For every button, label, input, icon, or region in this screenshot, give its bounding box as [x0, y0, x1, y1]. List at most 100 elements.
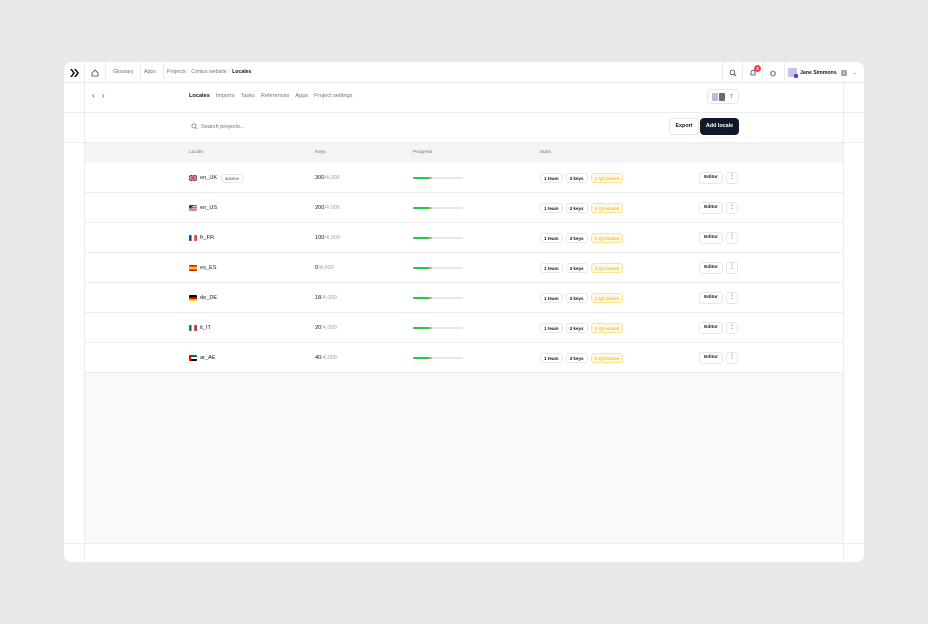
more-options-icon[interactable]: ⋮ [726, 262, 738, 274]
user-badge: 8 [840, 69, 847, 76]
locale-cell: en_US [189, 193, 217, 223]
bug-report-icon[interactable] [762, 62, 782, 83]
locale-code[interactable]: de_DE [200, 295, 217, 301]
keys-badge[interactable]: 3 keys [565, 233, 588, 243]
editor-button[interactable]: Editor [699, 262, 723, 274]
home-icon[interactable] [85, 62, 106, 83]
table-row[interactable]: it_IT 20/4,000 1 team 3 keys 2 QA issues… [85, 313, 843, 343]
qa-issues-badge[interactable]: 2 QA issues [590, 263, 624, 273]
tab-locales[interactable]: Locales [189, 93, 210, 99]
back-arrow-icon[interactable]: ‹ [92, 92, 95, 100]
actions-cell: Editor ⋮ [699, 313, 738, 343]
export-button[interactable]: Export [669, 118, 699, 135]
search-input[interactable]: Search projects... [191, 123, 245, 130]
editor-button[interactable]: Editor [699, 292, 723, 304]
chevron-down-icon: ⌄ [852, 69, 857, 76]
qa-issues-badge[interactable]: 2 QA issues [590, 353, 624, 363]
column-header-keys[interactable]: Keys [315, 150, 326, 155]
avatar [712, 92, 718, 101]
stats-cell: 1 team 3 keys 2 QA issues [540, 313, 626, 343]
progress-bar [413, 207, 463, 209]
locale-code[interactable]: fr_FR [200, 235, 214, 241]
keys-badge[interactable]: 3 keys [565, 353, 588, 363]
keys-badge[interactable]: 3 keys [565, 323, 588, 333]
qa-issues-badge[interactable]: 2 QA issues [590, 233, 624, 243]
top-bar: Glossary Apps Projects / Contus website / Lo… [64, 62, 864, 83]
column-header-progress[interactable]: Progress [413, 150, 432, 155]
more-options-icon[interactable]: ⋮ [726, 352, 738, 364]
locale-code[interactable]: es_ES [200, 265, 216, 271]
keys-badge[interactable]: 3 keys [565, 203, 588, 213]
tab-imports[interactable]: Imports [216, 93, 235, 99]
tab-references[interactable]: References [261, 93, 290, 99]
editor-button[interactable]: Editor [699, 202, 723, 214]
locale-code[interactable]: ar_AE [200, 355, 216, 361]
flag-us-icon [189, 205, 197, 211]
keys-cell: 18/4,000 [315, 283, 337, 313]
qa-issues-badge[interactable]: 2 QA issues [590, 203, 624, 213]
locale-code[interactable]: it_IT [200, 325, 211, 331]
forward-arrow-icon[interactable]: › [102, 92, 105, 100]
keys-badge[interactable]: 3 keys [565, 263, 588, 273]
editor-button[interactable]: Editor [699, 352, 723, 364]
logo-icon[interactable] [64, 62, 85, 83]
members-avatars[interactable]: 7 [707, 89, 739, 104]
team-badge[interactable]: 1 team [540, 263, 563, 273]
team-badge[interactable]: 1 team [540, 233, 563, 243]
team-badge[interactable]: 1 team [540, 203, 563, 213]
more-options-icon[interactable]: ⋮ [726, 322, 738, 334]
more-options-icon[interactable]: ⋮ [726, 172, 738, 184]
more-options-icon[interactable]: ⋮ [726, 292, 738, 304]
progress-cell [413, 163, 463, 193]
breadcrumb-project[interactable]: Contus website [191, 69, 226, 75]
more-options-icon[interactable]: ⋮ [726, 232, 738, 244]
editor-button[interactable]: Editor [699, 232, 723, 244]
column-header-locale[interactable]: Locale [189, 150, 203, 155]
app-window: Glossary Apps Projects / Contus website / Lo… [64, 62, 864, 562]
qa-issues-badge[interactable]: 2 QA issues [590, 173, 624, 183]
tab-apps[interactable]: Apps [295, 93, 308, 99]
actions-cell: Editor ⋮ [699, 253, 738, 283]
progress-bar [413, 237, 463, 239]
qa-issues-badge[interactable]: 2 QA issues [590, 293, 624, 303]
progress-fill [413, 327, 432, 329]
editor-button[interactable]: Editor [699, 322, 723, 334]
more-options-icon[interactable]: ⋮ [726, 202, 738, 214]
keys-cell: 100/4,000 [315, 223, 340, 253]
keys-badge[interactable]: 3 keys [565, 173, 588, 183]
table-row[interactable]: en_US 200/4,000 1 team 3 keys 2 QA issue… [85, 193, 843, 223]
team-badge[interactable]: 1 team [540, 293, 563, 303]
keys-translated: 100 [315, 235, 325, 241]
progress-cell [413, 223, 463, 253]
team-badge[interactable]: 1 team [540, 323, 563, 333]
add-locale-button[interactable]: Add locale [700, 118, 739, 135]
team-badge[interactable]: 1 team [540, 353, 563, 363]
locale-code[interactable]: en_UK [200, 175, 217, 181]
keys-badge[interactable]: 3 keys [565, 293, 588, 303]
keys-total: /4,000 [324, 235, 340, 241]
actions-cell: Editor ⋮ [699, 193, 738, 223]
column-header-stats[interactable]: Stats [540, 150, 551, 155]
table-row[interactable]: ar_AE 40/4,000 1 team 3 keys 2 QA issues… [85, 343, 843, 373]
tab-tasks[interactable]: Tasks [241, 93, 255, 99]
team-badge[interactable]: 1 team [540, 173, 563, 183]
table-row[interactable]: en_UK source 300/4,000 1 team 3 keys 2 Q… [85, 163, 843, 193]
divider [84, 83, 85, 562]
toolbar [64, 113, 864, 143]
project-tabs: Locales Imports Tasks References Apps Project… [189, 93, 358, 99]
notification-bell-icon[interactable]: 2 [742, 62, 762, 83]
search-icon[interactable] [722, 62, 742, 83]
user-menu[interactable]: Jane Simmons 8 ⌄ [784, 62, 864, 83]
table-row[interactable]: de_DE 18/4,000 1 team 3 keys 2 QA issues… [85, 283, 843, 313]
nav-apps[interactable]: Apps [137, 62, 164, 83]
breadcrumb-projects[interactable]: Projects [167, 69, 186, 75]
flag-fr-icon [189, 235, 197, 241]
tab-project-settings[interactable]: Project settings [314, 93, 352, 99]
table-row[interactable]: es_ES 0/4,000 1 team 3 keys 2 QA issues … [85, 253, 843, 283]
actions-cell: Editor ⋮ [699, 163, 738, 193]
table-row[interactable]: fr_FR 100/4,000 1 team 3 keys 2 QA issue… [85, 223, 843, 253]
locale-code[interactable]: en_US [200, 205, 217, 211]
qa-issues-badge[interactable]: 2 QA issues [590, 323, 624, 333]
progress-bar [413, 327, 463, 329]
editor-button[interactable]: Editor [699, 172, 723, 184]
